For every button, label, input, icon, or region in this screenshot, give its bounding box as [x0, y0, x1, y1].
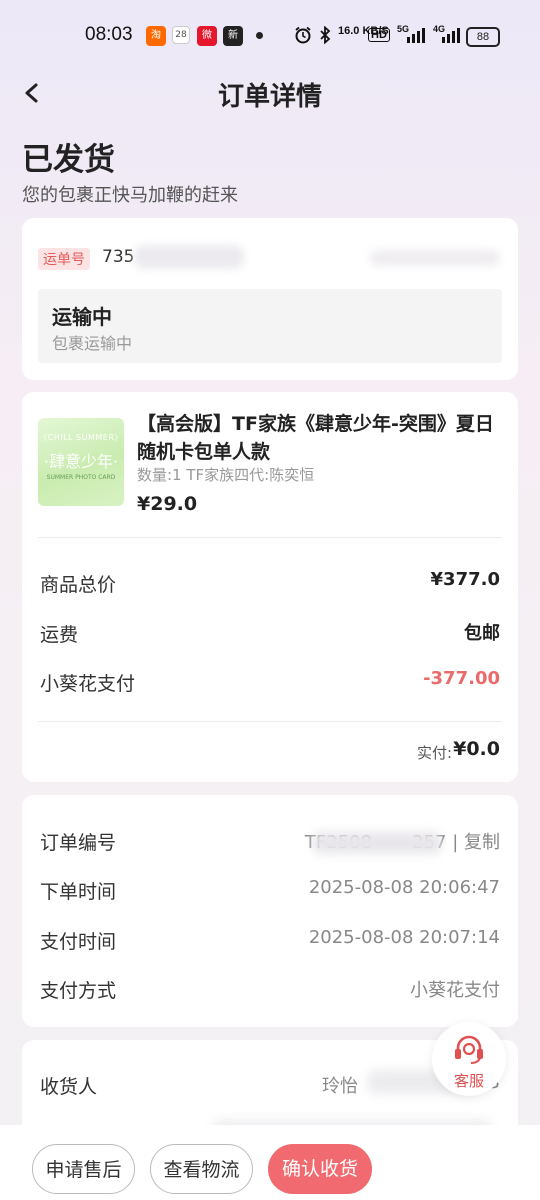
customer-service-button[interactable]: 客服: [432, 1022, 506, 1096]
after-sale-button[interactable]: 申请售后: [32, 1144, 135, 1194]
shipping-fee-label: 运费: [40, 624, 79, 646]
payment-method-value: 小葵花支付: [410, 980, 500, 1001]
thumb-text-bottom: SUMMER PHOTO CARD: [46, 474, 116, 481]
page-title: 订单详情: [217, 82, 322, 112]
tracking-number: 735: [102, 247, 135, 267]
thumb-text-top: 〈CHILL SUMMER〉: [39, 433, 123, 442]
actual-paid-value: ¥0.0: [453, 738, 500, 760]
payment-time-value: 2025-08-08 20:07:14: [308, 927, 500, 948]
taobao-icon: 淘: [146, 26, 166, 46]
view-logistics-button[interactable]: 查看物流: [150, 1144, 253, 1194]
calendar-icon: 28: [172, 26, 190, 44]
receiver-name: 玲怡: [322, 1076, 358, 1097]
product-name[interactable]: 【高会版】TF家族《肆意少年-突围》夏日随机卡包单人款: [137, 410, 497, 466]
product-thumbnail[interactable]: 〈CHILL SUMMER〉 ·肆意少年· SUMMER PHOTO CARD: [38, 418, 124, 506]
points-payment-value: -377.00: [423, 668, 500, 689]
status-time: 08:03: [85, 24, 133, 45]
weibo-icon: 微: [197, 26, 217, 46]
customer-service-label: 客服: [453, 1072, 484, 1090]
bluetooth-icon: [320, 26, 331, 44]
transport-status-title: 运输中: [52, 305, 112, 329]
bottom-action-bar: 申请售后 查看物流 确认收货: [0, 1125, 540, 1200]
transport-status-box[interactable]: 运输中 包裹运输中: [38, 289, 502, 363]
hd-icon: HD: [368, 28, 390, 42]
thumb-text-main: ·肆意少年·: [43, 452, 119, 471]
divider: [38, 537, 502, 538]
receiver-label: 收货人: [40, 1076, 98, 1098]
product-card: 〈CHILL SUMMER〉 ·肆意少年· SUMMER PHOTO CARD …: [22, 392, 518, 782]
order-status-subtitle: 您的包裹正快马加鞭的赶来: [22, 185, 238, 206]
confirm-receipt-button[interactable]: 确认收货: [268, 1144, 372, 1194]
order-status-title: 已发货: [22, 142, 115, 178]
signal-4g-icon: [442, 28, 460, 43]
battery-icon: 88: [466, 27, 500, 47]
divider: [38, 721, 502, 722]
actual-paid-label: 实付:: [416, 744, 452, 762]
news-icon: 新: [223, 26, 243, 46]
order-time-value: 2025-08-08 20:06:47: [308, 877, 500, 898]
redacted-tracking-extra: [370, 250, 500, 266]
product-spec: 数量:1 TF家族四代:陈奕恒: [137, 466, 315, 484]
alarm-icon: [295, 26, 311, 44]
total-price-value: ¥377.0: [430, 569, 500, 590]
payment-method-label: 支付方式: [40, 980, 117, 1002]
product-price: ¥29.0: [137, 493, 198, 515]
order-info-card: 订单编号 TF2508 · · · 257 | 复制 下单时间 2025-08-…: [22, 795, 518, 1027]
shipping-fee-value: 包邮: [464, 623, 500, 644]
tracking-card[interactable]: 运单号 735 运输中 包裹运输中: [22, 218, 518, 380]
payment-time-label: 支付时间: [40, 931, 117, 953]
order-number-label: 订单编号: [40, 832, 117, 854]
notification-dot-icon: [256, 32, 263, 39]
redacted-tracking-digits: [134, 245, 244, 269]
transport-status-subtitle: 包裹运输中: [52, 334, 133, 353]
nav-bar: 订单详情: [0, 70, 540, 116]
status-bar: 08:03 淘 28 微 新 16.0 KB/S HD 5G 4G 88: [0, 0, 540, 70]
order-time-label: 下单时间: [40, 881, 117, 903]
headset-icon: [455, 1035, 483, 1064]
signal-5g-icon: [407, 28, 425, 43]
points-payment-label: 小葵花支付: [40, 673, 136, 695]
redacted-order-digits: [312, 832, 442, 854]
tracking-number-tag: 运单号: [38, 248, 90, 270]
total-price-label: 商品总价: [40, 574, 117, 596]
